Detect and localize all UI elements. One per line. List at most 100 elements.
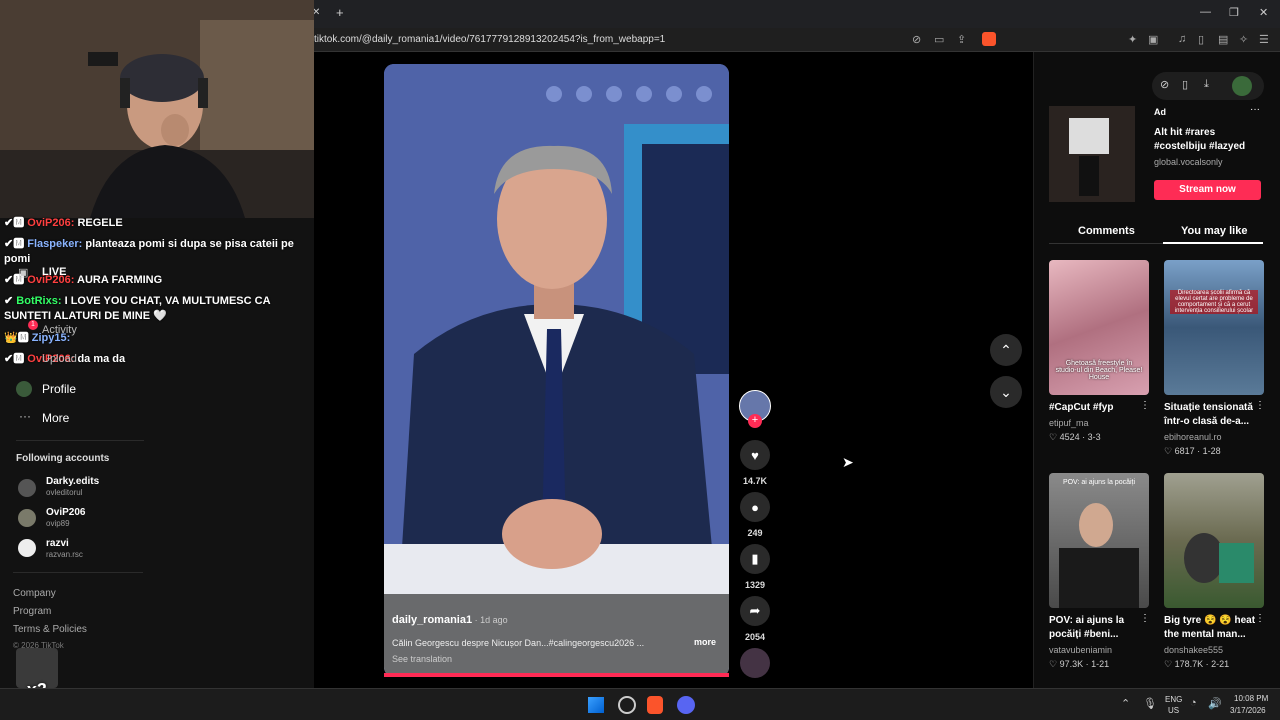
brave-shield-icon[interactable] (982, 32, 996, 46)
video-thumbnail[interactable] (1164, 473, 1264, 608)
mic-icon[interactable]: 🎙 (1143, 697, 1157, 710)
nav-profile[interactable]: Profile (42, 382, 76, 396)
card-more-icon[interactable]: ⋮ (1255, 613, 1265, 624)
card-title[interactable]: Big tyre 😵 😵 heat the mental man... (1164, 614, 1259, 642)
comment-button[interactable]: ● (740, 492, 770, 522)
previous-video-button[interactable]: ⌃ (990, 334, 1022, 366)
avatar[interactable] (18, 479, 36, 497)
footer-company[interactable]: Company (13, 588, 56, 599)
card-more-icon[interactable]: ⋮ (1255, 400, 1265, 411)
card-meta: ♡ 4524 · 3-3 (1049, 432, 1101, 442)
live-icon: ▣ (18, 267, 29, 279)
following-name[interactable]: OviP206 (46, 507, 85, 518)
rewards-icon[interactable]: ▤ (1218, 33, 1228, 46)
video-author[interactable]: daily_romania1 · 1d ago (392, 614, 508, 626)
video-player[interactable] (384, 64, 729, 677)
discord-icon[interactable] (677, 696, 695, 714)
stream-now-button[interactable]: Stream now (1154, 180, 1261, 200)
nav-live[interactable]: LIVE (42, 266, 66, 278)
device-icon[interactable]: ▯ (1182, 78, 1188, 91)
card-user[interactable]: vatavubeniamin (1049, 645, 1112, 655)
music-icon[interactable]: ♫ (1178, 33, 1186, 45)
chat-message: ✔🅼 OviP206: REGELE (4, 217, 123, 229)
ad-thumbnail[interactable] (1049, 106, 1135, 202)
avatar[interactable] (18, 539, 36, 557)
chat-text: da ma da (77, 353, 126, 365)
start-icon[interactable] (588, 697, 604, 713)
download-icon[interactable]: ⤓ (1204, 78, 1209, 91)
nav-upload[interactable]: Upload (42, 353, 77, 365)
chat-user: Flaspeker: (27, 238, 83, 250)
heart-icon: ♥ (751, 447, 759, 463)
menu-icon[interactable]: ☰ (1259, 33, 1269, 46)
ad-more-icon[interactable]: ··· (1250, 104, 1260, 115)
brave-taskbar-icon[interactable] (647, 696, 663, 714)
music-disc[interactable] (740, 648, 770, 678)
cast-icon[interactable]: ▭ (934, 33, 944, 46)
card-more-icon[interactable]: ⋮ (1140, 613, 1150, 624)
video-thumbnail[interactable]: POV: ai ajuns la pocăiți (1049, 473, 1149, 608)
clock-time[interactable]: 10:08 PM (1234, 694, 1268, 703)
bookmark-icon: ▮ (751, 551, 759, 566)
new-tab-button[interactable]: + (336, 5, 344, 20)
next-video-button[interactable]: ⌄ (990, 376, 1022, 408)
caption-more-link[interactable]: more (694, 637, 716, 647)
card-title[interactable]: Situație tensionată într-o clasă de-a... (1164, 401, 1259, 429)
nav-more[interactable]: More (42, 411, 69, 425)
region-code: US (1168, 706, 1180, 715)
video-progress-bar[interactable] (384, 673, 729, 677)
wallet-icon[interactable]: ▣ (1148, 33, 1158, 46)
card-user[interactable]: donshakee555 (1164, 645, 1223, 655)
chat-user: OviP206: (27, 217, 75, 229)
url-text[interactable]: tiktok.com/@daily_romania1/video/7617779… (314, 34, 665, 45)
wifi-icon[interactable]: ◔ (1190, 697, 1197, 709)
card-meta: ♡ 6817 · 1-28 (1164, 446, 1221, 456)
windows-taskbar: ⌃ 🎙 ENG US ◔ 🔊 10:08 PM 3/17/2026 (0, 688, 1280, 720)
footer-program[interactable]: Program (13, 606, 51, 617)
user-avatar[interactable] (1232, 76, 1252, 96)
footer-terms[interactable]: Terms & Policies (13, 624, 87, 635)
card-user[interactable]: etipuf_ma (1049, 418, 1089, 428)
card-title[interactable]: POV: ai ajuns la pocăiți #beni... (1049, 614, 1144, 642)
share-icon[interactable]: ⇪ (957, 33, 966, 46)
activity-badge: 1 (28, 320, 38, 330)
card-title[interactable]: #CapCut #fyp (1049, 401, 1144, 415)
sidebar-icon[interactable]: ▯ (1198, 33, 1204, 46)
ad-title[interactable]: Alt hit #rares #costelbiju #lazyed (1154, 126, 1254, 154)
leo-icon[interactable]: ✧ (1239, 33, 1248, 46)
restore-icon[interactable]: ❐ (1229, 6, 1239, 19)
save-button[interactable]: ▮ (740, 544, 770, 574)
tray-chevron-icon[interactable]: ⌃ (1121, 697, 1130, 710)
nav-activity[interactable]: Activity (42, 324, 77, 336)
chevron-down-icon: ⌄ (1000, 383, 1012, 400)
follow-plus-icon[interactable]: + (748, 414, 762, 428)
lang-code[interactable]: ENG (1165, 695, 1182, 704)
close-window-icon[interactable]: ✕ (1259, 6, 1268, 19)
avatar[interactable] (18, 509, 36, 527)
video-caption: Călin Georgescu despre Nicușor Dan...#ca… (392, 638, 645, 648)
minimize-icon[interactable]: — (1200, 6, 1211, 18)
following-handle: razvan.rsc (46, 550, 83, 559)
following-title: Following accounts (16, 453, 110, 464)
explore-icon[interactable]: ⊘ (1160, 78, 1169, 91)
video-thumbnail[interactable]: Ghetoasă freestyle în studio-ul din Beac… (1049, 260, 1149, 395)
chat-text: REGELE (77, 217, 123, 229)
card-user[interactable]: ebihoreanul.ro (1164, 432, 1222, 442)
app-icon[interactable] (618, 696, 636, 714)
following-handle: ovleditorul (46, 488, 83, 497)
share-button[interactable]: ➦ (740, 596, 770, 626)
following-name[interactable]: razvi (46, 538, 69, 549)
mute-tab-icon[interactable]: ⊘ (912, 33, 921, 46)
tab-comments[interactable]: Comments (1078, 225, 1135, 237)
following-name[interactable]: Darky.edits (46, 476, 99, 487)
card-more-icon[interactable]: ⋮ (1140, 400, 1150, 411)
comment-icon: ● (751, 499, 759, 515)
divider (13, 572, 143, 573)
like-button[interactable]: ♥ (740, 440, 770, 470)
tab-you-may-like[interactable]: You may like (1181, 225, 1247, 237)
volume-icon[interactable]: 🔊 (1208, 697, 1222, 710)
following-handle: ovip89 (46, 519, 70, 528)
video-thumbnail[interactable]: Directoarea școlii afirmă că elevul cert… (1164, 260, 1264, 395)
extensions-icon[interactable]: ✦ (1128, 33, 1137, 46)
see-translation-link[interactable]: See translation (392, 654, 452, 664)
